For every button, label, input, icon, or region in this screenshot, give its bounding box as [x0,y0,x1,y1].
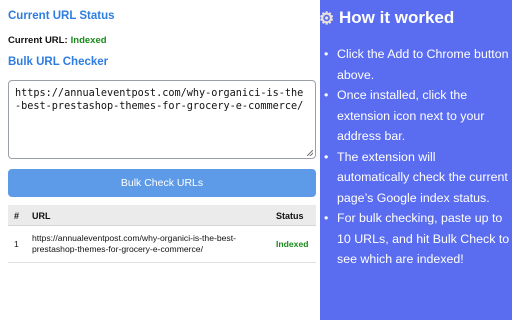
how-it-worked-title: How it worked [339,8,455,27]
header-status: Status [276,211,304,221]
row-status: Indexed [276,239,309,249]
resize-handle-icon[interactable] [307,150,313,156]
current-url-status-value: Indexed [70,35,107,46]
step-text: Once installed, click the extension icon… [337,88,485,143]
step-text: For bulk checking, paste up to 10 URLs, … [337,211,510,266]
bullet-icon: • [324,211,329,225]
bulk-check-button[interactable]: Bulk Check URLs [8,169,316,197]
list-item: • The extension will automatically check … [324,147,510,209]
how-it-worked-steps: • Click the Add to Chrome button above. •… [324,44,510,270]
gear-icon: ⚙ [319,9,335,28]
bulk-url-checker-heading: Bulk URL Checker [8,56,109,68]
table-row: 1 https://annualeventpost.com/why-organi… [8,226,316,263]
bulk-urls-textarea[interactable]: https://annualeventpost.com/why-organici… [8,80,316,159]
header-url: URL [32,211,51,221]
bulk-urls-text: https://annualeventpost.com/why-organici… [15,88,304,112]
bullet-icon: • [324,149,329,164]
list-item: • For bulk checking, paste up to 10 URLs,… [324,208,510,270]
row-url: https://annualeventpost.com/why-organici… [32,233,236,254]
list-item: • Once installed, click the extension ico… [324,85,510,147]
popup-main-panel: Current URL Status Current URL: Indexed B… [0,0,320,320]
current-url-status-heading: Current URL Status [8,10,115,22]
current-url-label: Current URL: [8,35,68,46]
step-text: Click the Add to Chrome button above. [337,47,509,82]
row-number: 1 [14,239,19,249]
results-table: # URL Status 1 https://annualeventpost.c… [8,205,316,263]
how-it-worked-heading: ⚙ How it worked [319,8,455,28]
table-header: # URL Status [8,205,316,226]
current-url-row: Current URL: Indexed [8,35,107,46]
header-number: # [14,211,20,221]
bullet-icon: • [324,88,329,102]
list-item: • Click the Add to Chrome button above. [324,44,510,85]
step-text: The extension will automatically check t… [337,149,508,205]
bullet-icon: • [324,47,329,61]
